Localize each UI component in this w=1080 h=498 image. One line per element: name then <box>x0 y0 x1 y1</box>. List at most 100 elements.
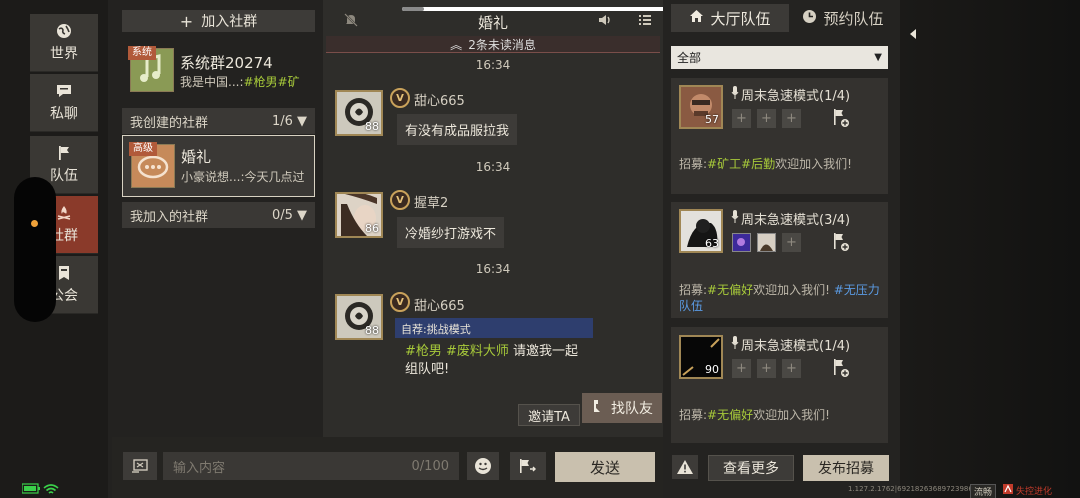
empty-slot[interactable]: + <box>757 359 776 378</box>
player-level: 88 <box>365 324 379 337</box>
member-avatar[interactable] <box>757 233 776 252</box>
tab-reserved-teams[interactable]: 预约队伍 <box>789 4 897 32</box>
team-mode: 周末急速模式(1/4) <box>741 339 851 354</box>
created-group-item[interactable]: 高级 婚礼 小豪说想...:今天几点过 <box>122 135 315 197</box>
find-teammate-button[interactable]: 找队友 <box>582 393 662 423</box>
created-communities-header[interactable]: 我创建的社群 1/6 ▼ <box>122 108 315 134</box>
input-placeholder: 输入内容 <box>173 460 226 476</box>
recruit-text: 招募:#无偏好欢迎加入我们! #无压力队伍 <box>679 283 880 313</box>
avatar[interactable]: 86 <box>335 192 383 238</box>
vip-badge: V <box>390 88 410 108</box>
emoji-button[interactable] <box>467 452 499 480</box>
guild-banner-icon <box>56 265 72 281</box>
graphics-quality-badge[interactable]: 流畅 <box>970 484 997 498</box>
sender-name: 甜心665 <box>414 299 465 314</box>
member-avatar[interactable] <box>732 233 751 252</box>
add-community-button[interactable]: + 加入社群 <box>122 10 315 32</box>
group-name: 婚礼 <box>181 148 212 166</box>
globe-icon <box>56 23 72 39</box>
invite-mode-strip: 自荐:挑战模式 <box>395 318 593 338</box>
system-group-item[interactable]: 系统 系统群20274 我是中国...:#枪男#矿 <box>122 40 315 102</box>
send-button[interactable]: 发送 <box>555 452 655 482</box>
group-name: 系统群20274 <box>180 54 273 72</box>
char-counter: 0/100 <box>411 458 449 474</box>
section-count: 0/5 ▼ <box>271 207 307 223</box>
speaker-icon[interactable] <box>597 12 613 32</box>
premium-tag: 高级 <box>129 142 157 156</box>
message-timestamp: 16:34 <box>475 58 511 72</box>
joined-communities-header[interactable]: 我加入的社群 0/5 ▼ <box>122 202 315 228</box>
tab-hall-teams[interactable]: 大厅队伍 <box>671 4 789 32</box>
message-bubble: 冷婚纱打游戏不 <box>397 217 505 248</box>
plus-icon: + <box>179 11 194 31</box>
team-leader-avatar[interactable]: 90 <box>679 335 723 379</box>
warning-icon <box>677 460 693 474</box>
system-tag: 系统 <box>128 46 156 60</box>
empty-slot[interactable]: + <box>732 109 751 128</box>
team-filter-select[interactable]: 全部 ▼ <box>671 46 888 69</box>
nav-item-world[interactable]: 世界 <box>30 14 98 72</box>
apply-flag-icon[interactable] <box>831 358 851 378</box>
team-card[interactable]: 90 周末急速模式(1/4) + + + 招募:#无偏好欢迎加入我们! <box>671 327 888 443</box>
collapse-arrow-icon[interactable] <box>906 26 920 42</box>
team-mode: 周末急速模式(1/4) <box>741 89 851 104</box>
message-input[interactable]: 输入内容 0/100 <box>163 452 459 480</box>
message-bubble: 有没有成品服拉我 <box>397 114 518 145</box>
unread-messages-bar[interactable]: ︽ 2条未读消息 <box>326 36 660 53</box>
chat-panel <box>323 0 663 498</box>
menu-list-icon[interactable] <box>637 12 653 32</box>
game-logo: 失控进化 <box>1003 483 1079 497</box>
chat-header: 婚礼 <box>323 8 663 36</box>
avatar[interactable]: 88 <box>335 294 383 340</box>
player-level: 63 <box>705 237 719 250</box>
floating-side-handle[interactable] <box>14 177 56 322</box>
double-chevron-up-icon: ︽ <box>450 37 463 52</box>
publish-recruit-button[interactable]: 发布招募 <box>803 455 889 481</box>
vip-badge: V <box>390 292 410 312</box>
logo-emblem-icon <box>1003 483 1013 497</box>
chat-bubble-icon <box>56 83 72 99</box>
device-status <box>21 482 82 496</box>
campfire-icon <box>56 205 72 221</box>
home-icon <box>689 9 704 27</box>
sender-name: 甜心665 <box>414 94 465 109</box>
recruit-text: 招募:#无偏好欢迎加入我们! <box>679 408 830 422</box>
empty-slot[interactable]: + <box>757 109 776 128</box>
team-card[interactable]: 57 周末急速模式(1/4) + + + 招募:#矿工#后勤欢迎加入我们! <box>671 78 888 194</box>
player-level: 57 <box>705 113 719 126</box>
empty-slot[interactable]: + <box>782 233 801 252</box>
microphone-icon <box>731 210 739 227</box>
nav-item-label: 私聊 <box>50 105 78 122</box>
apply-flag-icon[interactable] <box>831 232 851 252</box>
keyboard-voice-icon <box>132 459 148 473</box>
empty-slot[interactable]: + <box>732 359 751 378</box>
nav-item-label: 世界 <box>50 45 78 62</box>
group-last-message: 小豪说想...:今天几点过 <box>181 170 305 184</box>
invite-message: #枪男 #废料大师 请邀我一起 组队吧! <box>405 344 579 377</box>
smiley-icon <box>475 458 491 474</box>
scene-background <box>900 0 1080 498</box>
voice-toggle-button[interactable] <box>123 452 157 480</box>
report-button[interactable] <box>672 455 698 479</box>
player-level: 90 <box>705 363 719 376</box>
team-leader-avatar[interactable]: 57 <box>679 85 723 129</box>
apply-flag-icon[interactable] <box>831 108 851 128</box>
invite-ta-button[interactable]: 邀请TA <box>518 404 580 426</box>
team-leader-avatar[interactable]: 63 <box>679 209 723 253</box>
clock-icon <box>802 9 817 28</box>
player-level: 86 <box>365 222 379 235</box>
group-last-message: 我是中国...:#枪男#矿 <box>180 75 300 89</box>
message-timestamp: 16:34 <box>475 160 511 174</box>
nav-item-label: 队伍 <box>50 167 78 184</box>
empty-slot[interactable]: + <box>782 109 801 128</box>
version-text: 1.127.2.1762|69218263689723986 <box>848 485 973 493</box>
share-team-button[interactable] <box>510 452 546 480</box>
flag-share-icon <box>520 459 536 473</box>
microphone-icon <box>731 86 739 103</box>
vip-badge: V <box>390 190 410 210</box>
nav-item-private-chat[interactable]: 私聊 <box>30 74 98 132</box>
avatar[interactable]: 88 <box>335 90 383 136</box>
empty-slot[interactable]: + <box>782 359 801 378</box>
view-more-button[interactable]: 查看更多 <box>708 455 794 481</box>
team-card[interactable]: 63 周末急速模式(3/4) + 招募:#无偏好欢迎加入我们! #无压力队伍 <box>671 202 888 318</box>
